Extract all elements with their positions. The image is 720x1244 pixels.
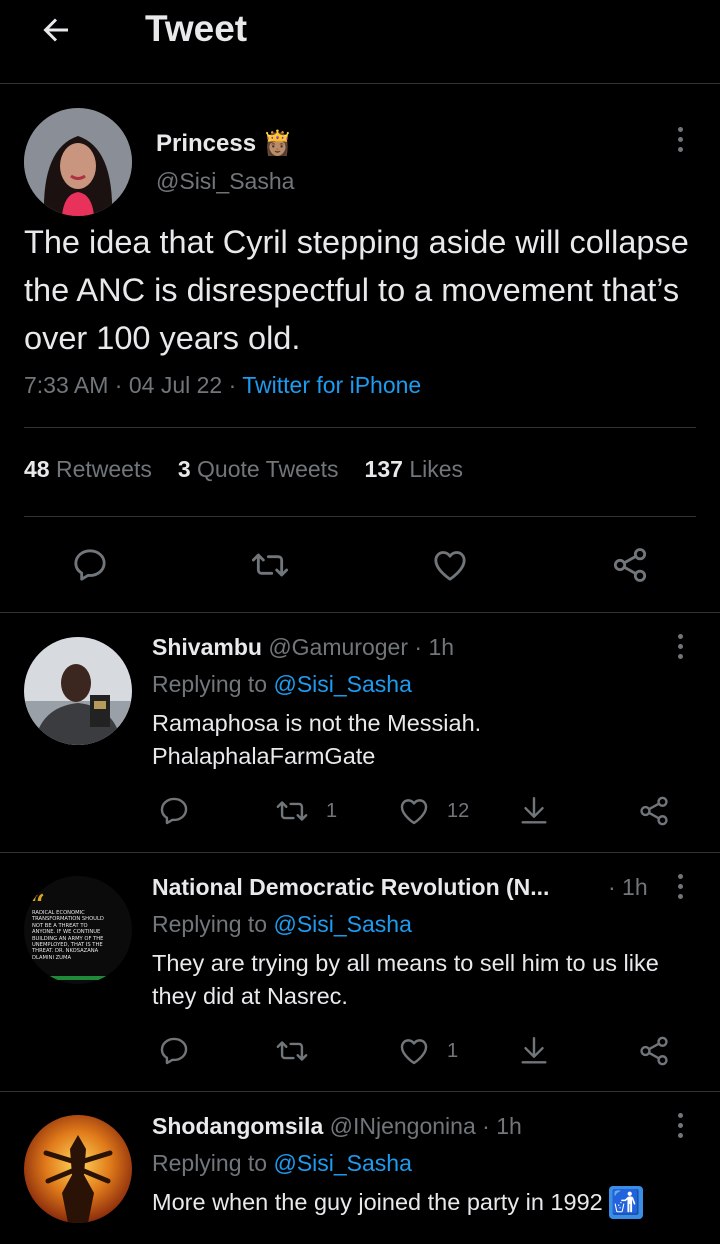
- tweet-actions: [0, 543, 720, 587]
- more-options-icon[interactable]: [675, 634, 685, 659]
- like-count: 1: [447, 1040, 459, 1062]
- replying-to-link[interactable]: @Sisi_Sasha: [273, 911, 411, 937]
- like-button[interactable]: [394, 1031, 434, 1071]
- like-button[interactable]: [428, 543, 472, 587]
- share-button[interactable]: [608, 543, 652, 587]
- replying-to: Replying to @Sisi_Sasha: [152, 671, 412, 697]
- top-bar: Tweet: [0, 0, 720, 84]
- reply-actions: 1 12: [0, 791, 720, 831]
- tweet-meta: 7:33 AM · 04 Jul 22 · Twitter for iPhone: [24, 372, 422, 398]
- reply-actions: 1: [0, 1031, 720, 1071]
- more-options-icon[interactable]: [675, 127, 685, 152]
- retweet-icon: [276, 801, 308, 821]
- share-icon: [640, 796, 668, 826]
- divider: [0, 852, 720, 853]
- reply-header: Shivambu @Gamuroger · 1h: [152, 634, 454, 661]
- download-button[interactable]: [514, 1031, 554, 1071]
- heart-icon: [400, 1039, 428, 1065]
- reply-handle[interactable]: @Gamuroger: [268, 634, 408, 660]
- download-button[interactable]: [514, 791, 554, 831]
- back-button[interactable]: [34, 8, 78, 52]
- share-icon: [640, 1036, 668, 1066]
- replying-to: Replying to @Sisi_Sasha: [152, 1150, 412, 1176]
- avatar-ndr[interactable]: “ RADICAL ECONOMIC TRANSFORMATION SHOULD…: [24, 876, 132, 984]
- retweet-count: 1: [326, 800, 338, 822]
- reply-time: · 1h: [482, 1113, 522, 1139]
- tweet-text: The idea that Cyril stepping aside will …: [24, 224, 689, 356]
- page-title: Tweet: [145, 8, 248, 49]
- reply-time: · 1h: [608, 874, 648, 900]
- reply-display-name[interactable]: Shivambu: [152, 634, 262, 660]
- reply-button[interactable]: [68, 543, 112, 587]
- retweet-button[interactable]: [272, 791, 312, 831]
- tweet-date: 04 Jul 22: [128, 372, 223, 398]
- divider: [0, 1091, 720, 1092]
- share-button[interactable]: [634, 791, 674, 831]
- heart-icon: [434, 551, 466, 581]
- reply-header: National Democratic Revolution (N...: [152, 874, 549, 901]
- replying-to-link[interactable]: @Sisi_Sasha: [273, 1150, 411, 1176]
- more-options-icon[interactable]: [675, 874, 685, 899]
- avatar-shivambu[interactable]: [24, 637, 132, 745]
- replying-to: Replying to @Sisi_Sasha: [152, 911, 412, 937]
- reply-text: They are trying by all means to sell him…: [152, 950, 659, 1009]
- tweet-source-link[interactable]: Twitter for iPhone: [242, 372, 421, 398]
- reply-button[interactable]: [154, 791, 194, 831]
- reply-display-name[interactable]: National Democratic Revolution (N...: [152, 874, 549, 900]
- like-button[interactable]: [394, 791, 434, 831]
- author-handle[interactable]: @Sisi_Sasha: [156, 168, 294, 195]
- share-icon: [613, 548, 647, 582]
- reply-button[interactable]: [154, 1031, 194, 1071]
- reply-header: Shodangomsila @INjengonina · 1h: [152, 1113, 522, 1140]
- trash-bin-emoji-icon: 🚮: [609, 1186, 643, 1219]
- reply-icon: [160, 1037, 188, 1065]
- reply-icon: [160, 797, 188, 825]
- retweet-button[interactable]: [248, 543, 292, 587]
- author-name[interactable]: Princess 👸🏽: [156, 129, 293, 158]
- retweet-button[interactable]: [272, 1031, 312, 1071]
- tweet-time: 7:33 AM: [24, 372, 109, 398]
- quote-tweets-stat[interactable]: 3 Quote Tweets: [178, 456, 339, 483]
- retweets-stat[interactable]: 48 Retweets: [24, 456, 152, 483]
- reply-icon: [74, 549, 106, 581]
- engagement-stats: 48 Retweets 3 Quote Tweets 137 Likes: [24, 456, 463, 483]
- reply-time: · 1h: [414, 634, 455, 660]
- avatar-shodangomsila[interactable]: [24, 1115, 132, 1223]
- avatar-princess[interactable]: [24, 108, 132, 216]
- share-button[interactable]: [634, 1031, 674, 1071]
- author-display-name: Princess: [156, 130, 257, 157]
- download-arrow-icon: [521, 797, 547, 824]
- retweet-icon: [251, 553, 289, 577]
- like-count: 12: [447, 800, 470, 822]
- divider: [24, 427, 696, 428]
- download-arrow-icon: [521, 1037, 547, 1064]
- heart-icon: [400, 799, 428, 825]
- more-options-icon[interactable]: [675, 1113, 685, 1138]
- reply-text: More when the guy joined the party in 19…: [152, 1186, 712, 1219]
- reply-text: Ramaphosa is not the Messiah. Phalaphala…: [152, 710, 482, 769]
- divider: [24, 516, 696, 517]
- reply-display-name[interactable]: Shodangomsila: [152, 1113, 323, 1139]
- retweet-icon: [276, 1041, 308, 1061]
- avatar-quote-text: RADICAL ECONOMIC TRANSFORMATION SHOULD N…: [32, 910, 104, 961]
- reply-handle[interactable]: @INjengonina: [330, 1113, 476, 1139]
- likes-stat[interactable]: 137 Likes: [365, 456, 463, 483]
- replying-to-link[interactable]: @Sisi_Sasha: [273, 671, 411, 697]
- crown-emoji-icon: 👸🏽: [262, 130, 293, 157]
- divider: [0, 612, 720, 613]
- arrow-left-icon: [43, 18, 68, 42]
